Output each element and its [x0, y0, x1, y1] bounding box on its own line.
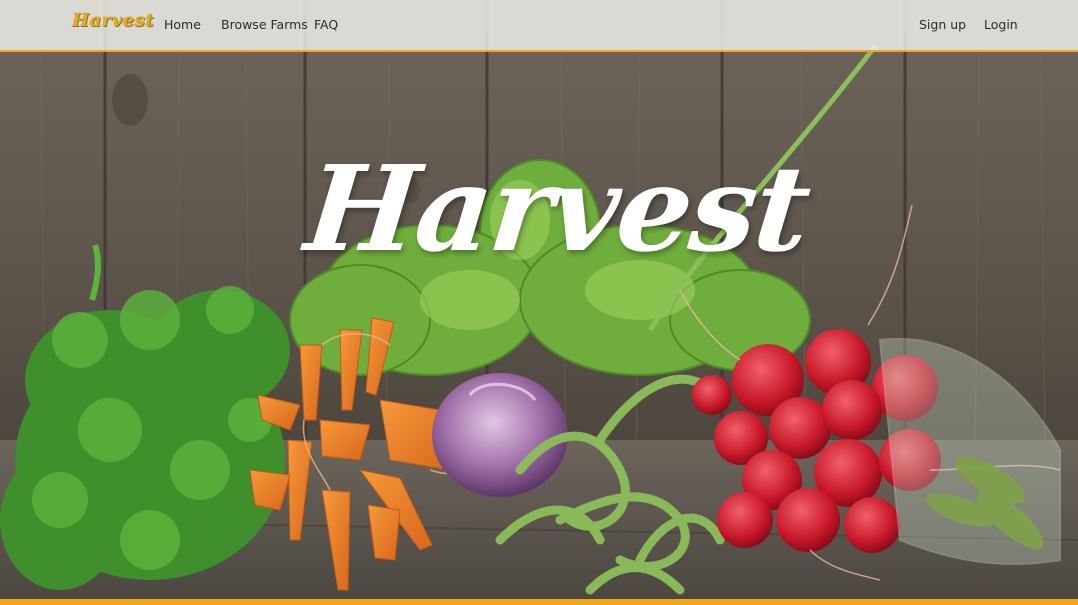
signup-link[interactable]: Sign up [919, 17, 966, 32]
nav-link-home[interactable]: Home [164, 17, 201, 32]
brand-logo[interactable]: Harvest [72, 10, 154, 31]
hero-title: Harvest [299, 139, 815, 278]
landing-page: Harvest Home Browse Farms FAQ Sign up Lo… [0, 0, 1078, 605]
login-link[interactable]: Login [984, 17, 1018, 32]
bottom-accent-bar [0, 599, 1078, 605]
hero-background-image [0, 0, 1078, 605]
hero-title-container: Harvest [0, 139, 1078, 278]
top-navbar: Harvest Home Browse Farms FAQ Sign up Lo… [0, 0, 1078, 52]
nav-link-browse-farms[interactable]: Browse Farms [221, 17, 308, 32]
nav-link-faq[interactable]: FAQ [314, 17, 338, 32]
